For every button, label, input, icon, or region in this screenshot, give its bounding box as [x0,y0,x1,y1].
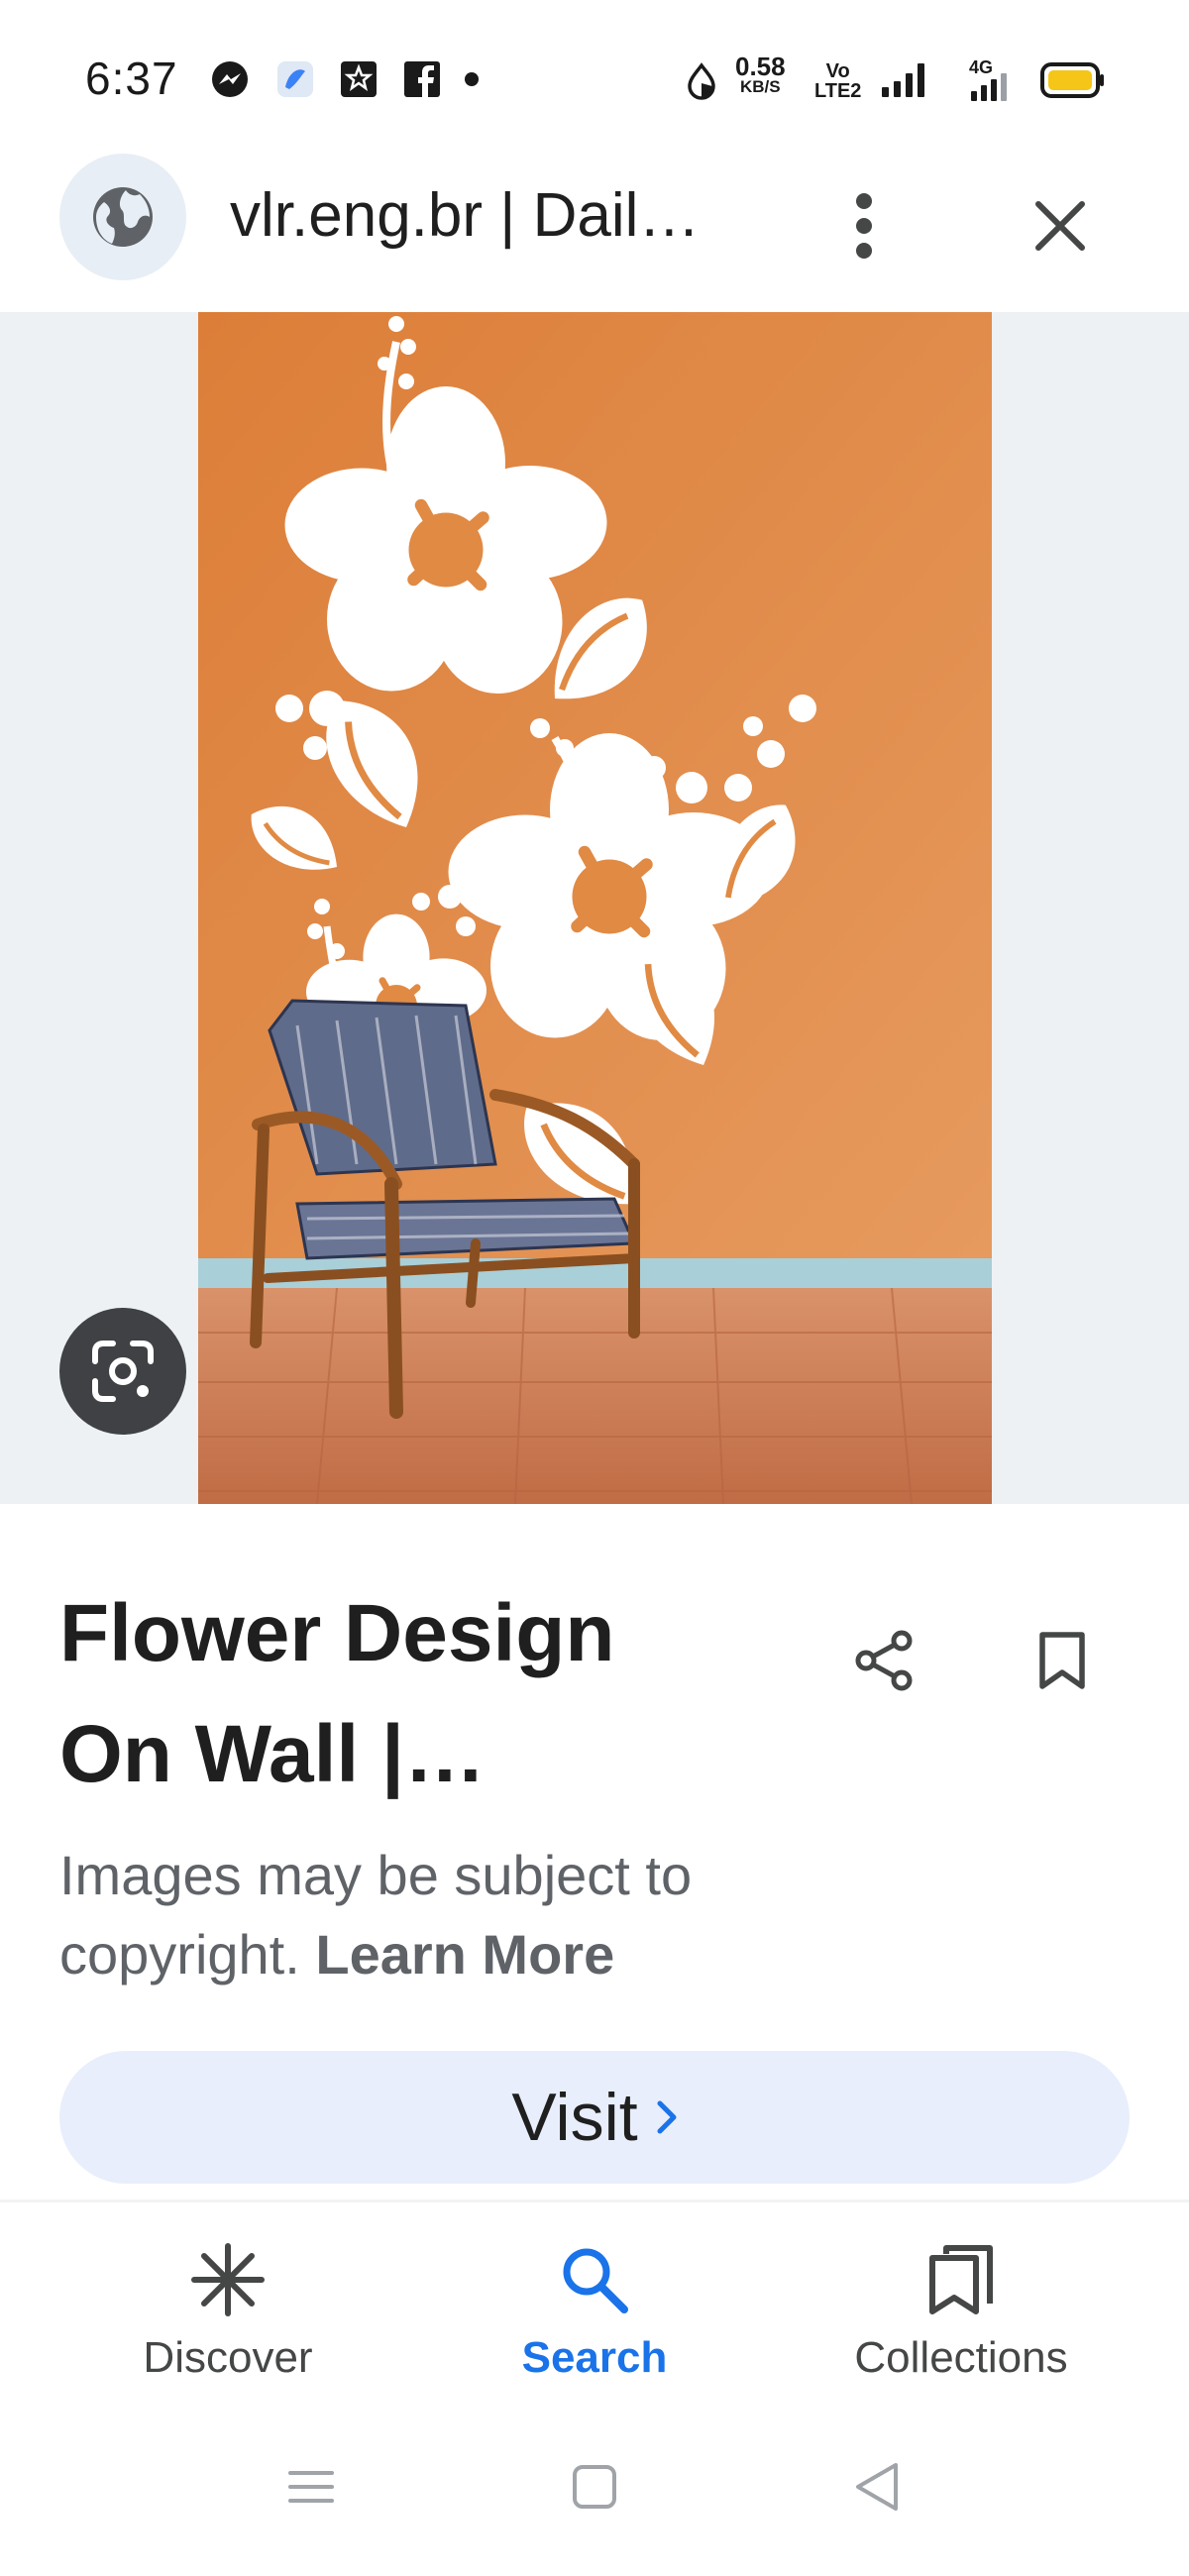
home-square-icon [573,2465,616,2509]
app-icon [277,61,313,97]
image-title[interactable]: Flower Design On Wall |… [59,1573,773,1815]
share-button[interactable] [844,1621,923,1700]
bookmark-button[interactable] [1023,1621,1102,1700]
asterisk-icon [188,2240,268,2319]
bottom-navigation: Discover Search Collections [0,2200,1189,2398]
image-title-line2: On Wall |… [59,1709,486,1799]
bookmark-icon [1039,1632,1085,1689]
visit-button[interactable]: Visit [59,2051,1130,2184]
status-time: 6:37 [85,53,178,104]
nav-search-label: Search [521,2333,668,2382]
volte-indicator: Vo LTE2 [814,61,861,101]
star-box-icon [341,61,377,97]
nav-collections[interactable]: Collections [763,2202,1159,2401]
image-viewer [0,312,1189,1504]
google-lens-icon [92,1341,154,1402]
search-icon [555,2240,634,2319]
messenger-icon [212,61,248,97]
notification-dot-icon [465,72,479,86]
flower-wall-photo [198,312,992,1504]
close-button[interactable] [1021,186,1100,266]
data-saver-icon [688,62,715,100]
site-title[interactable]: vlr.eng.br | Dail… [230,180,700,251]
image-title-line1: Flower Design [59,1588,615,1678]
status-bar: 6:37 0.58 KB/S Vo LTE2 4G [0,0,1189,149]
back-button[interactable] [837,2447,917,2526]
page: 6:37 0.58 KB/S Vo LTE2 4G vlr.eng.br | D… [0,0,1189,2576]
share-icon [855,1630,913,1691]
nav-search[interactable]: Search [396,2202,793,2401]
learn-more-link[interactable]: Learn More [315,1923,614,1986]
nav-collections-label: Collections [854,2333,1068,2382]
top-app-bar: vlr.eng.br | Dail… [0,149,1189,312]
recent-apps-button[interactable] [271,2447,351,2526]
nav-discover-label: Discover [143,2333,313,2382]
back-triangle-icon [856,2463,898,2511]
image-details: Flower Design On Wall |… Images may be s… [0,1504,1189,2200]
more-vertical-icon [856,193,872,259]
close-icon [1035,201,1085,251]
globe-icon [93,187,153,247]
net-speed-unit: KB/S [739,77,781,96]
battery-icon [1040,62,1104,98]
volte-top: Vo [825,60,850,82]
site-info-button[interactable] [59,154,186,280]
visit-label: Visit [511,2080,638,2155]
copyright-notice: Images may be subject to copyright. Lear… [59,1836,812,1994]
net-speed: 0.58 KB/S [735,54,786,97]
home-button[interactable] [555,2447,634,2526]
nav-discover[interactable]: Discover [30,2202,426,2401]
menu-icon [288,2471,334,2503]
volte-bottom: LTE2 [814,80,862,102]
more-options-button[interactable] [834,186,894,266]
signal-icon [882,63,924,97]
facebook-icon [404,61,440,97]
collections-icon [921,2240,1001,2319]
system-navigation-bar [0,2398,1189,2576]
chevron-right-icon [656,2099,678,2135]
signal-4g-icon [971,73,1007,101]
google-lens-button[interactable] [59,1308,186,1435]
result-image[interactable] [198,312,992,1504]
